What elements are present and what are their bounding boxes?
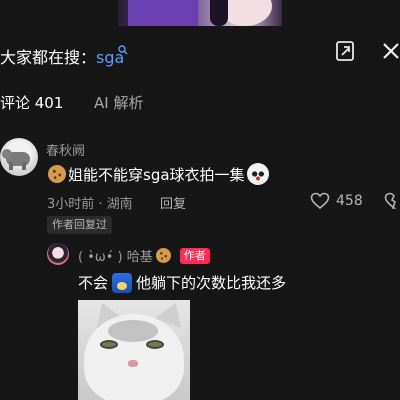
video-figure-hair xyxy=(210,0,228,26)
like-button[interactable]: 458 xyxy=(310,192,363,210)
tab-comments[interactable]: 评论 401 xyxy=(0,92,63,113)
search-icon[interactable] xyxy=(118,45,128,55)
search-suggestion-prefix: 大家都在搜： xyxy=(0,48,97,67)
reply-image[interactable] xyxy=(78,300,190,400)
like-count: 458 xyxy=(336,193,363,209)
panda-emoji-icon xyxy=(246,163,269,185)
video-figure-dress xyxy=(128,0,198,26)
reply-username[interactable]: ( •̀ω•́ ) 哈基 xyxy=(78,246,153,265)
comment-text: 姐能不能穿sga球衣拍一集 xyxy=(48,163,269,185)
avatar[interactable] xyxy=(0,138,38,176)
cat-nose xyxy=(128,360,138,367)
cookie-emoji-icon xyxy=(48,165,66,183)
reply-text-part2: 他躺下的次数比我还多 xyxy=(136,274,287,292)
video-preview[interactable] xyxy=(118,0,282,26)
reply-button[interactable]: 回复 xyxy=(160,193,186,212)
author-replied-tag: 作者回复过 xyxy=(47,216,112,234)
tab-ai-analysis[interactable]: AI 解析 xyxy=(94,92,143,113)
author-badge: 作者 xyxy=(179,247,210,264)
heart-icon xyxy=(310,192,330,210)
blue-face-emoji-icon xyxy=(112,272,133,293)
comment-username[interactable]: 春秋阙 xyxy=(46,140,85,159)
expand-icon[interactable] xyxy=(328,36,362,66)
reply-text-part1: 不会 xyxy=(78,274,109,292)
search-suggestion-text[interactable]: 大家都在搜：sga xyxy=(0,44,124,68)
reply-text: 不会 他躺下的次数比我还多 xyxy=(78,272,286,293)
avatar-elephant-head xyxy=(2,149,12,159)
reply-username-row: ( •̀ω•́ ) 哈基 作者 xyxy=(78,246,210,265)
cat-eye xyxy=(100,340,118,349)
comment-tabs: 评论 401 AI 解析 xyxy=(0,92,400,116)
avatar-elephant-leg xyxy=(22,162,26,170)
comment-text-content: 姐能不能穿sga球衣拍一集 xyxy=(68,165,245,184)
comment-meta: 3小时前 · 湖南 xyxy=(47,197,133,212)
cookie-emoji-icon xyxy=(155,248,171,263)
reply-avatar[interactable] xyxy=(47,243,69,265)
avatar-elephant-leg xyxy=(9,162,13,170)
cat-fur-patch xyxy=(108,320,158,342)
cat-eye xyxy=(146,340,164,349)
close-icon[interactable] xyxy=(376,36,400,66)
dislike-icon[interactable] xyxy=(384,192,400,210)
